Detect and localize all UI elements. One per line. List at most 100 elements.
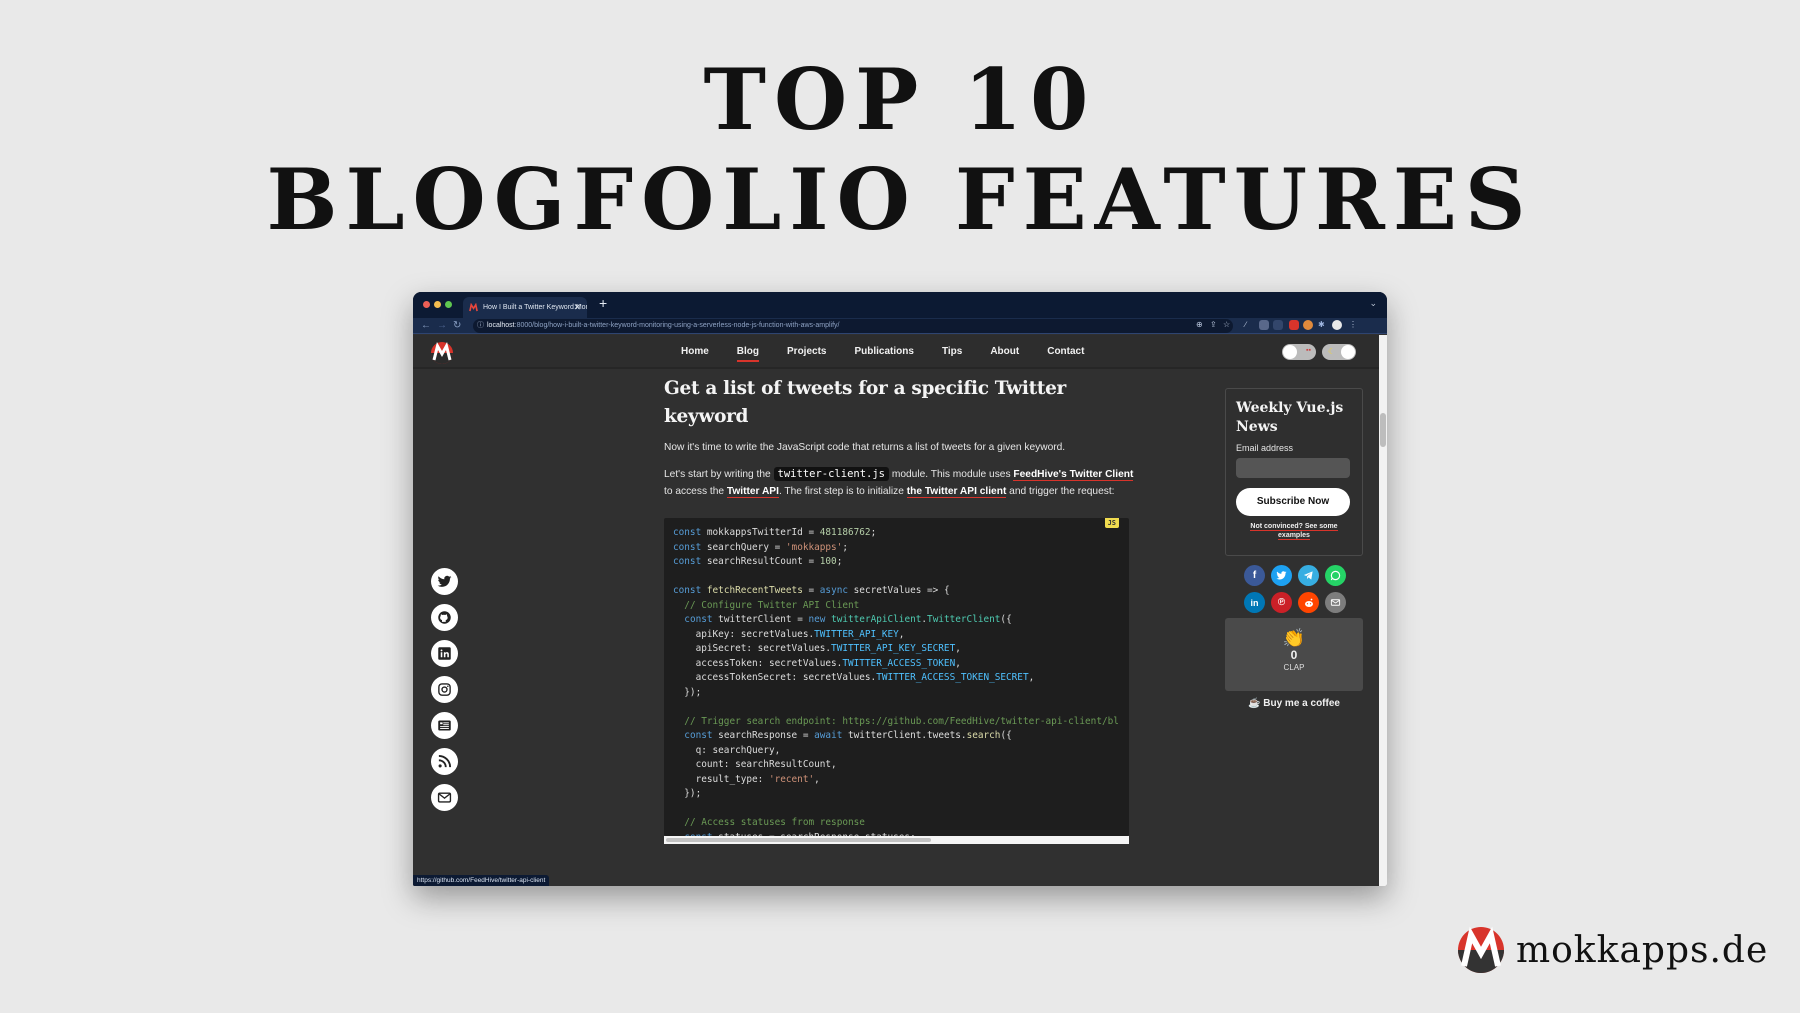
share-twitter-button[interactable] xyxy=(1271,565,1292,586)
linkedin-icon: in xyxy=(1250,597,1259,608)
minimize-window-button[interactable] xyxy=(434,301,441,308)
code-line: }); xyxy=(684,788,702,799)
code-line: accessToken: secretValues.TWITTER_ACCESS… xyxy=(673,657,961,669)
code-line: const searchQuery = 'mokkapps'; xyxy=(673,541,849,553)
email-link[interactable] xyxy=(431,784,458,811)
nav-about[interactable]: About xyxy=(990,335,1019,369)
nav-blog[interactable]: Blog xyxy=(736,335,760,369)
subscribe-button[interactable]: Subscribe Now xyxy=(1236,488,1350,516)
code-line: const twitterClient = new twitterApiClie… xyxy=(684,614,1012,625)
record-extension-icon[interactable] xyxy=(1289,320,1299,330)
duckduckgo-extension-icon[interactable] xyxy=(1303,320,1313,330)
share-facebook-button[interactable]: f xyxy=(1244,565,1265,586)
rss-link[interactable] xyxy=(431,748,458,775)
article-content: Get a list of tweets for a specific Twit… xyxy=(664,375,1134,510)
bookmark-star-icon[interactable]: ☆ xyxy=(1223,318,1230,332)
shield-extension-icon[interactable] xyxy=(1259,320,1269,330)
share-pinterest-button[interactable]: ℗ xyxy=(1271,592,1292,613)
code-line: const searchResultCount = 100; xyxy=(673,556,843,567)
share-icon[interactable]: ⇪ xyxy=(1210,318,1217,332)
twitter-api-link[interactable]: Twitter API xyxy=(726,486,779,498)
twitter-link[interactable] xyxy=(431,568,458,595)
code-line: q: searchQuery, xyxy=(695,744,781,756)
browser-menu-icon[interactable]: ⋮ xyxy=(1349,318,1357,332)
social-links xyxy=(431,568,459,820)
headline-line-1: TOP 10 xyxy=(703,50,1097,149)
share-telegram-button[interactable] xyxy=(1298,565,1319,586)
code-line: const searchResponse = await twitterClie… xyxy=(684,730,1012,741)
close-tab-icon[interactable]: ✕ xyxy=(573,297,581,318)
reload-button[interactable]: ↻ xyxy=(453,319,461,333)
moon-icon: ☾ xyxy=(1328,347,1336,356)
mokkapps-logo[interactable] xyxy=(430,341,454,365)
email-input[interactable] xyxy=(1236,458,1350,478)
url-path: :8000/blog/how-i-built-a-twitter-keyword… xyxy=(514,322,840,329)
site-info-icon[interactable]: ⓘ xyxy=(477,319,484,333)
twitter-icon xyxy=(437,575,452,587)
telegram-icon xyxy=(1303,571,1313,580)
clap-label: CLAP xyxy=(1283,663,1305,672)
coffee-label: Buy me a coffee xyxy=(1263,698,1340,709)
github-link[interactable] xyxy=(431,604,458,631)
feedhive-twitter-client-link[interactable]: FeedHive's Twitter Client xyxy=(1013,469,1134,481)
twitter-api-client-link[interactable]: the Twitter API client xyxy=(906,486,1007,498)
article-paragraph-1: Now it's time to write the JavaScript co… xyxy=(664,442,1066,453)
url-host: localhost xyxy=(487,322,515,329)
maximize-window-button[interactable] xyxy=(445,301,452,308)
nav-home[interactable]: Home xyxy=(681,335,709,369)
page-vertical-scrollbar[interactable] xyxy=(1379,335,1387,886)
code-line: apiSecret: secretValues.TWITTER_API_KEY_… xyxy=(673,643,961,654)
address-bar[interactable]: ⓘ localhost:8000/blog/how-i-built-a-twit… xyxy=(473,319,1233,333)
code-horizontal-scrollbar[interactable] xyxy=(664,836,1129,844)
buy-me-a-coffee-link[interactable]: ☕ Buy me a coffee xyxy=(1225,698,1363,709)
nav-contact[interactable]: Contact xyxy=(1047,335,1084,369)
share-whatsapp-button[interactable] xyxy=(1325,565,1346,586)
share-email-button[interactable] xyxy=(1325,592,1346,613)
code-block: JS const mokkappsTwitterId = 481186762; … xyxy=(664,518,1129,836)
mokkapps-brand-logo xyxy=(1458,926,1504,973)
code-language-badge: JS xyxy=(1104,518,1119,528)
back-button[interactable]: ← xyxy=(421,319,431,333)
zoom-icon[interactable]: ⊕ xyxy=(1196,318,1203,332)
instagram-link[interactable] xyxy=(431,676,458,703)
newsletter-link[interactable] xyxy=(431,712,458,739)
code-line: // Trigger search endpoint: https://gith… xyxy=(684,715,1119,727)
forward-button[interactable]: → xyxy=(437,319,447,333)
instagram-icon xyxy=(438,683,451,696)
tab-list-chevron-icon[interactable]: ⌄ xyxy=(1369,298,1377,309)
site-favicon-icon xyxy=(469,303,478,312)
nav-publications[interactable]: Publications xyxy=(854,335,913,369)
code-line: count: searchResultCount, xyxy=(695,759,837,770)
whatsapp-icon xyxy=(1330,570,1341,581)
browser-tab[interactable]: How I Built a Twitter Keyword Monitoring… xyxy=(463,297,587,318)
nav-tips[interactable]: Tips xyxy=(942,335,962,369)
code-line: result_type: 'recent', xyxy=(673,773,820,785)
tab-bar: How I Built a Twitter Keyword Monitoring… xyxy=(413,292,1387,318)
examples-link[interactable]: Not convinced? See some examples xyxy=(1250,523,1338,540)
code-scrollbar-thumb[interactable] xyxy=(666,838,931,842)
linkedin-icon xyxy=(438,647,451,660)
extension-icon[interactable] xyxy=(1273,320,1283,330)
language-toggle[interactable]: ▪▪ xyxy=(1282,344,1316,360)
nav-projects[interactable]: Projects xyxy=(787,335,826,369)
share-linkedin-button[interactable]: in xyxy=(1244,592,1265,613)
inline-code: twitter-client.js xyxy=(773,467,889,481)
share-reddit-button[interactable] xyxy=(1298,592,1319,613)
mail-icon xyxy=(437,792,452,803)
linkedin-link[interactable] xyxy=(431,640,458,667)
extensions-puzzle-icon[interactable]: ✱ xyxy=(1318,318,1325,332)
new-tab-button[interactable]: + xyxy=(599,295,607,311)
page-scrollbar-thumb[interactable] xyxy=(1380,413,1386,447)
clap-button[interactable]: 👏 0 CLAP xyxy=(1225,618,1363,691)
browser-window: How I Built a Twitter Keyword Monitoring… xyxy=(413,292,1387,886)
profile-avatar[interactable] xyxy=(1332,320,1342,330)
us-flag-icon: ▪▪ xyxy=(1306,347,1311,354)
code-line: // Access statuses from response xyxy=(684,817,865,828)
newsletter-title: Weekly Vue.js News xyxy=(1236,400,1344,435)
theme-toggle[interactable]: ☾ xyxy=(1322,344,1356,360)
pen-extension-icon[interactable]: ∕ xyxy=(1245,320,1255,330)
code-line: apiKey: secretValues.TWITTER_API_KEY, xyxy=(673,628,905,640)
rss-icon xyxy=(438,754,452,768)
newsletter-icon xyxy=(438,720,451,731)
close-window-button[interactable] xyxy=(423,301,430,308)
